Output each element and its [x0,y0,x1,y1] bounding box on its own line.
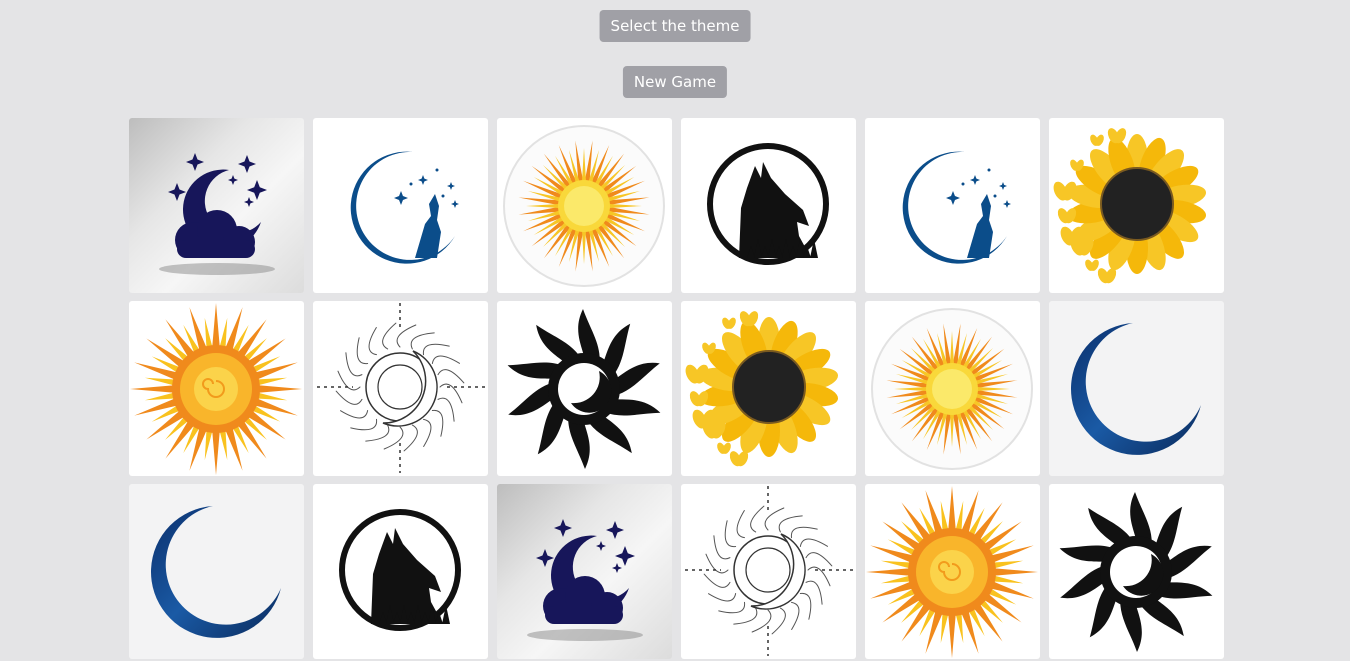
tribal-sun-moon-icon [1059,492,1213,652]
wolf-moon-blue-icon [350,151,459,264]
wolf-moon-blue-icon [902,151,1011,264]
memory-card[interactable] [497,484,672,659]
memory-card[interactable] [865,301,1040,476]
sun-orange-swirl-icon [866,486,1038,658]
memory-card[interactable] [681,484,856,659]
memory-card[interactable] [681,301,856,476]
sun-orange-swirl-icon [130,303,302,475]
memory-card[interactable] [1049,118,1224,293]
crescent-moon-blue-icon [150,506,281,638]
memory-card[interactable] [1049,301,1224,476]
tribal-sun-moon-icon [507,309,661,469]
memory-card[interactable] [313,118,488,293]
memory-card[interactable] [681,118,856,293]
memory-card[interactable] [129,118,304,293]
moon-clouds-stars-icon [527,519,643,641]
sun-round-icon [503,125,665,287]
memory-card[interactable] [313,484,488,659]
sun-round-icon [871,308,1033,470]
wolf-moon-black-icon [707,143,829,265]
memory-card[interactable] [129,301,304,476]
crescent-moon-blue-icon [1070,323,1201,455]
memory-card[interactable] [497,118,672,293]
game-board [129,118,1224,659]
moon-clouds-stars-icon [159,153,275,275]
memory-card[interactable] [313,301,488,476]
memory-card[interactable] [497,301,672,476]
new-game-button[interactable]: New Game [622,66,728,98]
memory-card[interactable] [1049,484,1224,659]
memory-card[interactable] [865,118,1040,293]
wolf-moon-black-icon [339,509,461,631]
memory-card[interactable] [865,484,1040,659]
memory-card[interactable] [129,484,304,659]
sunflower-butterflies-icon [1053,128,1207,284]
sun-moon-outline-icon [317,303,485,473]
sunflower-butterflies-icon [685,311,839,467]
select-theme-button[interactable]: Select the theme [599,10,751,42]
sun-moon-outline-icon [685,486,853,656]
